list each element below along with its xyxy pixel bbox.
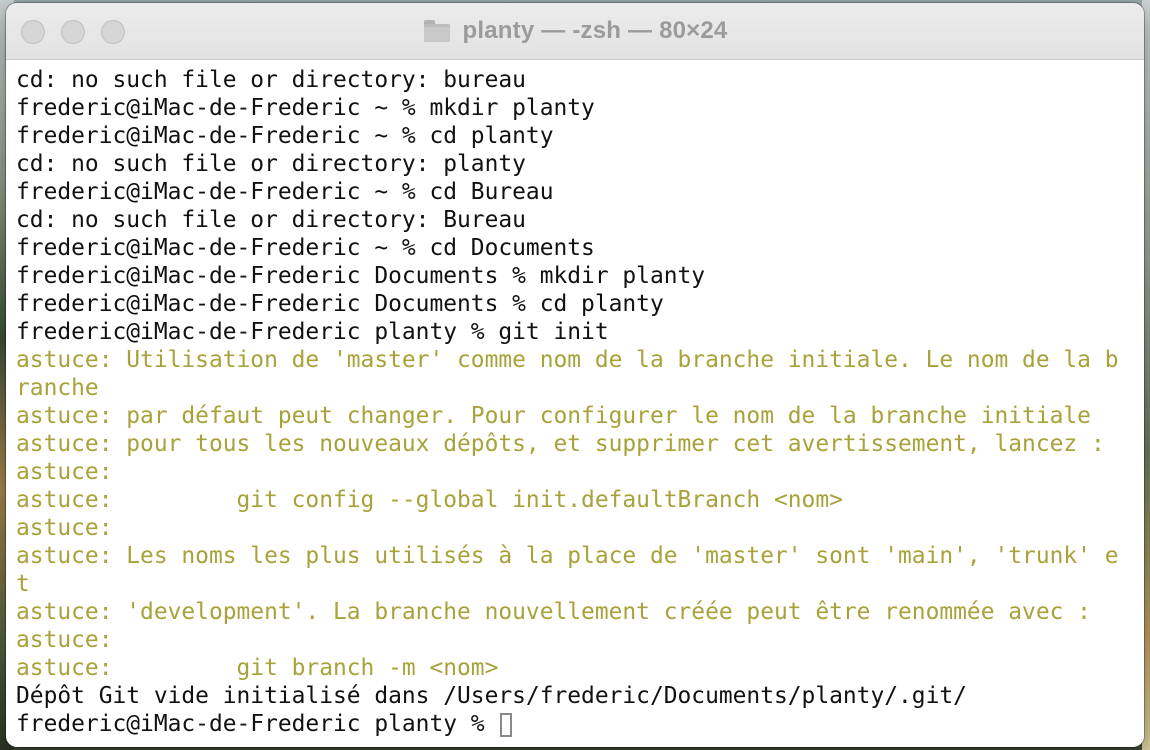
terminal-line-text: frederic@iMac-de-Frederic Documents % cd… xyxy=(16,291,664,317)
title-bar[interactable]: planty — -zsh — 80×24 xyxy=(6,3,1144,60)
window-title-container: planty — -zsh — 80×24 xyxy=(6,3,1144,59)
terminal-line-text: frederic@iMac-de-Frederic planty % xyxy=(16,711,499,737)
hint-line: astuce: xyxy=(16,514,1136,542)
terminal-line-text: cd: no such file or directory: Bureau xyxy=(16,207,526,233)
prompt-line: frederic@iMac-de-Frederic ~ % cd planty xyxy=(16,122,1136,150)
text-cursor xyxy=(500,713,513,737)
prompt-line: frederic@iMac-de-Frederic Documents % cd… xyxy=(16,290,1136,318)
terminal-content[interactable]: cd: no such file or directory: bureau fr… xyxy=(6,60,1144,747)
hint-line: astuce: xyxy=(16,626,1136,654)
terminal-line: cd: no such file or directory: planty xyxy=(16,150,1136,178)
terminal-line-text: cd: no such file or directory: bureau xyxy=(16,67,526,93)
terminal-lines: cd: no such file or directory: bureau fr… xyxy=(16,66,1136,738)
hint-line: astuce: Les noms les plus utilisés à la … xyxy=(16,542,1136,570)
terminal-line: cd: no such file or directory: bureau xyxy=(16,66,1136,94)
hint-line: ranche xyxy=(16,374,1136,402)
terminal-line-text: astuce: xyxy=(16,515,113,541)
terminal-line-text: frederic@iMac-de-Frederic planty % git i… xyxy=(16,319,609,345)
terminal-line-text: frederic@iMac-de-Frederic ~ % mkdir plan… xyxy=(16,95,595,121)
terminal-window: planty — -zsh — 80×24 cd: no such file o… xyxy=(6,3,1144,747)
active-prompt-line[interactable]: frederic@iMac-de-Frederic planty % xyxy=(16,710,1136,738)
terminal-line: Dépôt Git vide initialisé dans /Users/fr… xyxy=(16,682,1136,710)
window-title: planty — -zsh — 80×24 xyxy=(462,17,728,44)
terminal-line-text: ranche xyxy=(16,375,99,401)
prompt-line: frederic@iMac-de-Frederic ~ % mkdir plan… xyxy=(16,94,1136,122)
folder-icon xyxy=(423,19,451,43)
terminal-line-text: frederic@iMac-de-Frederic Documents % mk… xyxy=(16,263,706,289)
terminal-line-text: astuce: xyxy=(16,627,113,653)
hint-line: astuce: xyxy=(16,458,1136,486)
terminal-line: cd: no such file or directory: Bureau xyxy=(16,206,1136,234)
terminal-line-text: frederic@iMac-de-Frederic ~ % cd Bureau xyxy=(16,179,554,205)
terminal-line-text: frederic@iMac-de-Frederic ~ % cd Documen… xyxy=(16,235,595,261)
terminal-line-text: astuce: git branch -m <nom> xyxy=(16,655,499,681)
prompt-line: frederic@iMac-de-Frederic planty % git i… xyxy=(16,318,1136,346)
hint-line: astuce: par défaut peut changer. Pour co… xyxy=(16,402,1136,430)
terminal-line-text: Dépôt Git vide initialisé dans /Users/fr… xyxy=(16,683,967,709)
hint-line: t xyxy=(16,570,1136,598)
hint-line: astuce: 'development'. La branche nouvel… xyxy=(16,598,1136,626)
hint-line: astuce: Utilisation de 'master' comme no… xyxy=(16,346,1136,374)
terminal-line-text: t xyxy=(16,571,30,597)
terminal-line-text: cd: no such file or directory: planty xyxy=(16,151,526,177)
prompt-line: frederic@iMac-de-Frederic ~ % cd Documen… xyxy=(16,234,1136,262)
prompt-line: frederic@iMac-de-Frederic Documents % mk… xyxy=(16,262,1136,290)
terminal-line-text: astuce: par défaut peut changer. Pour co… xyxy=(16,403,1091,429)
terminal-line-text: astuce: pour tous les nouveaux dépôts, e… xyxy=(16,431,1105,457)
terminal-line-text: astuce: Les noms les plus utilisés à la … xyxy=(16,543,1119,569)
prompt-line: frederic@iMac-de-Frederic ~ % cd Bureau xyxy=(16,178,1136,206)
hint-line: astuce: git config --global init.default… xyxy=(16,486,1136,514)
terminal-line-text: astuce: 'development'. La branche nouvel… xyxy=(16,599,1091,625)
terminal-line-text: frederic@iMac-de-Frederic ~ % cd planty xyxy=(16,123,554,149)
hint-line: astuce: pour tous les nouveaux dépôts, e… xyxy=(16,430,1136,458)
terminal-line-text: astuce: git config --global init.default… xyxy=(16,487,843,513)
terminal-line-text: astuce: Utilisation de 'master' comme no… xyxy=(16,347,1119,373)
hint-line: astuce: git branch -m <nom> xyxy=(16,654,1136,682)
terminal-line-text: astuce: xyxy=(16,459,113,485)
